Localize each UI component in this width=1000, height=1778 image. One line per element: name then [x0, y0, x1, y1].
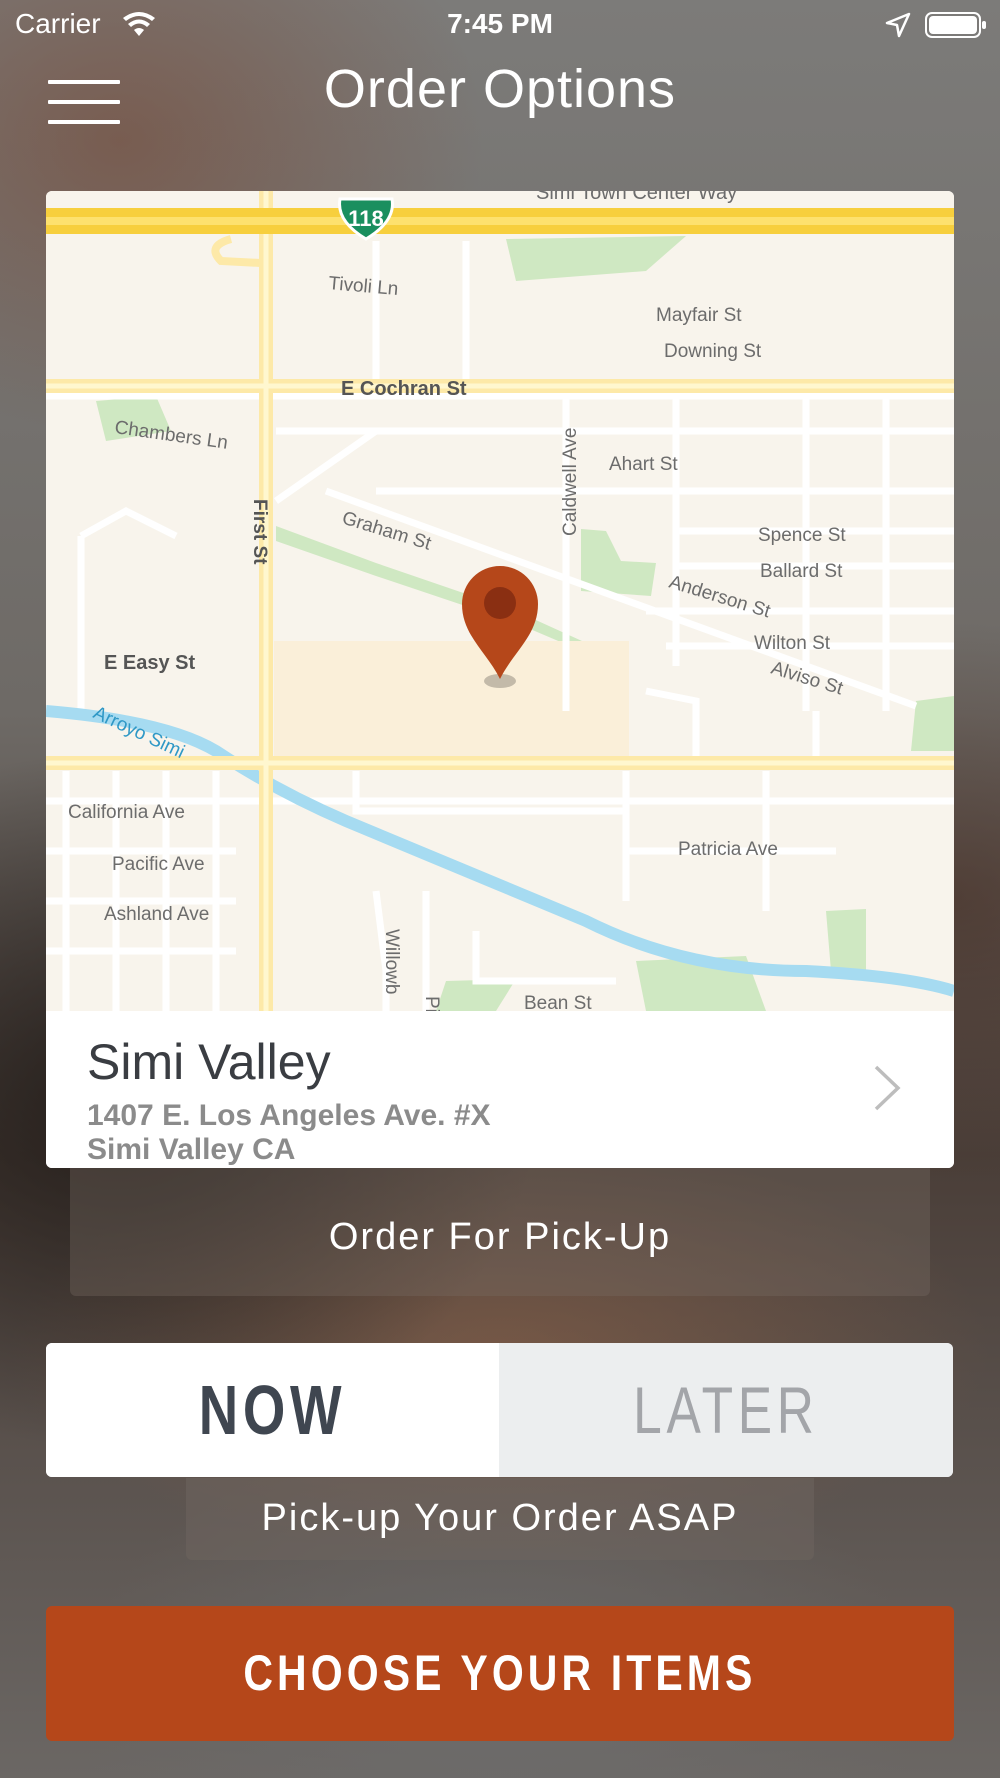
street-label: Ashland Ave — [104, 904, 209, 925]
status-bar: Carrier 7:45 PM — [0, 0, 1000, 50]
choose-items-label: CHOOSE YOUR ITEMS — [243, 1645, 757, 1701]
toggle-later[interactable]: LATER — [499, 1343, 953, 1477]
street-label: Wilton St — [754, 633, 831, 654]
choose-items-button[interactable]: CHOOSE YOUR ITEMS — [46, 1606, 954, 1741]
street-label: Ballard St — [760, 561, 843, 582]
street-label: E Cochran St — [341, 378, 467, 400]
location-card: 118 Simi Town Center Way Tivoli Ln Mayfa… — [46, 191, 954, 1168]
street-label: Pi — [421, 996, 442, 1011]
map[interactable]: 118 Simi Town Center Way Tivoli Ln Mayfa… — [46, 191, 954, 1011]
order-for-pickup-button[interactable]: Order For Pick-Up — [70, 1168, 930, 1296]
street-label: Patricia Ave — [678, 839, 778, 860]
park-area — [826, 909, 866, 971]
street-label: Bean St — [524, 993, 592, 1011]
street-label: Simi Town Center Way — [536, 191, 737, 204]
street-label: Pacific Ave — [112, 854, 205, 875]
location-details-row[interactable]: Simi Valley 1407 E. Los Angeles Ave. #X … — [46, 1011, 954, 1168]
time-toggle: NOW LATER — [46, 1343, 953, 1477]
status-time: 7:45 PM — [447, 8, 553, 39]
street-label: Downing St — [664, 341, 762, 362]
street-label: Mayfair St — [656, 305, 742, 326]
toggle-now-label: NOW — [198, 1371, 347, 1449]
highway-shield-label: 118 — [348, 206, 384, 231]
street-label: E Easy St — [104, 652, 196, 674]
street-label: Caldwell Ave — [560, 428, 581, 536]
toggle-now[interactable]: NOW — [46, 1343, 499, 1477]
chevron-right-icon — [874, 1065, 901, 1111]
parking-lot — [274, 641, 629, 759]
battery-icon — [925, 12, 986, 38]
location-address-line2: Simi Valley CA — [87, 1133, 296, 1166]
toggle-later-label: LATER — [633, 1373, 819, 1447]
location-arrow-icon — [885, 12, 911, 38]
street-label: First St — [249, 499, 270, 565]
park-area — [911, 696, 954, 751]
location-address-line1: 1407 E. Los Angeles Ave. #X — [87, 1099, 491, 1132]
street-label: Spence St — [758, 525, 846, 546]
time-hint: Pick-up Your Order ASAP — [186, 1478, 814, 1560]
street-label: Willowb — [381, 929, 402, 994]
street-label: California Ave — [68, 802, 185, 823]
location-name: Simi Valley — [87, 1034, 331, 1090]
street-label: Ahart St — [609, 454, 678, 475]
page-title: Order Options — [323, 59, 677, 119]
